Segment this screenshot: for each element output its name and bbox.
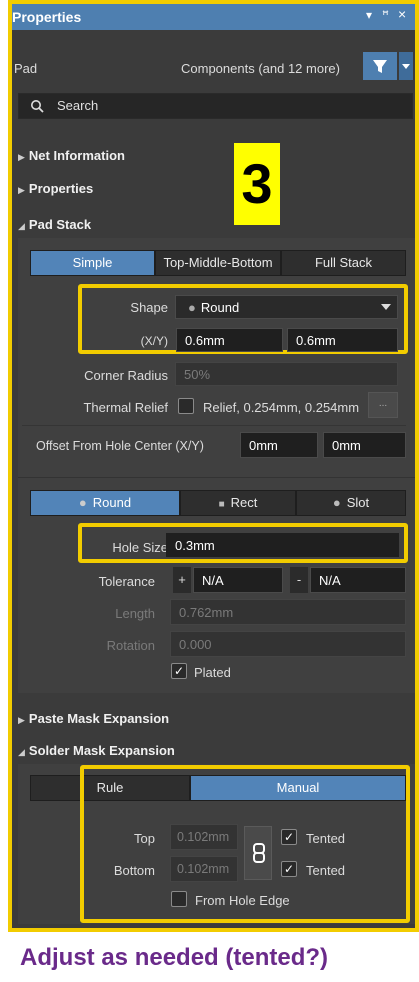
from-hole-edge-checkbox[interactable] xyxy=(171,891,187,907)
section-label: Pad Stack xyxy=(28,217,92,232)
top-tented-label: Tented xyxy=(306,831,346,846)
section-solder-mask-expansion[interactable]: ◢ Solder Mask Expansion xyxy=(18,743,175,758)
search-input[interactable]: Search xyxy=(18,93,413,119)
panel-title: Properties xyxy=(12,9,82,25)
section-label: Paste Mask Expansion xyxy=(28,711,170,726)
corner-radius-label: Corner Radius xyxy=(84,368,168,383)
length-input[interactable]: 0.762mm xyxy=(170,599,406,625)
round-dot-icon: ● xyxy=(188,300,196,315)
tab-full-stack[interactable]: Full Stack xyxy=(281,250,406,276)
section-label: Properties xyxy=(28,181,94,196)
rotation-label: Rotation xyxy=(106,638,155,653)
funnel-icon xyxy=(373,60,387,73)
divider xyxy=(18,477,415,478)
xy-label: (X/Y) xyxy=(140,334,168,348)
section-net-information[interactable]: ▶ Net Information xyxy=(18,148,125,163)
corner-radius-input[interactable]: 50% xyxy=(175,362,398,386)
hole-tab-round[interactable]: ● Round xyxy=(30,490,180,516)
slot-icon: ● xyxy=(332,495,341,510)
square-icon: ■ xyxy=(218,499,225,510)
tab-top-middle-bottom[interactable]: Top-Middle-Bottom xyxy=(155,250,281,276)
section-paste-mask-expansion[interactable]: ▶ Paste Mask Expansion xyxy=(18,711,169,726)
panel-titlebar: Properties ▾ ꟸ × xyxy=(12,4,415,30)
checkmark-icon: ✓ xyxy=(173,664,185,678)
tolerance-plus-input[interactable]: N/A xyxy=(193,567,283,593)
expanded-arrow-icon: ◢ xyxy=(18,747,25,757)
chevron-down-icon xyxy=(402,64,410,69)
bottom-tented-checkbox[interactable]: ✓ xyxy=(281,861,297,877)
from-hole-edge-label: From Hole Edge xyxy=(195,893,290,908)
expanded-arrow-icon: ◢ xyxy=(18,221,25,231)
chain-link-icon xyxy=(253,843,265,863)
bottom-label: Bottom xyxy=(113,863,155,878)
step-number-badge: 3 xyxy=(234,143,280,225)
top-tented-checkbox[interactable]: ✓ xyxy=(281,829,297,845)
tab-label: Round xyxy=(92,495,132,510)
chevron-down-icon xyxy=(381,304,391,310)
plated-checkbox[interactable]: ✓ xyxy=(171,663,187,679)
checkmark-icon: ✓ xyxy=(283,862,295,876)
shape-x-input[interactable]: 0.6mm xyxy=(176,328,283,352)
collapsed-arrow-icon: ▶ xyxy=(18,185,25,195)
shape-label: Shape xyxy=(130,300,168,315)
plated-label: Plated xyxy=(194,665,231,680)
hole-size-input[interactable]: 0.3mm xyxy=(166,533,399,557)
tolerance-plus-sign: + xyxy=(173,567,191,593)
link-values-button[interactable] xyxy=(244,826,272,880)
rotation-input[interactable]: 0.000 xyxy=(170,631,406,657)
filter-summary[interactable]: Components (and 12 more) xyxy=(181,61,340,76)
pin-icon[interactable]: ꟸ xyxy=(382,8,389,22)
offset-y-input[interactable]: 0mm xyxy=(323,432,406,458)
checkmark-icon: ✓ xyxy=(283,830,295,844)
divider xyxy=(22,425,406,426)
shape-value: Round xyxy=(200,300,240,315)
filter-button[interactable] xyxy=(363,52,397,80)
offset-label: Offset From Hole Center (X/Y) xyxy=(36,439,204,453)
offset-x-input[interactable]: 0mm xyxy=(240,432,318,458)
hole-tab-slot[interactable]: ● Slot xyxy=(296,490,406,516)
collapsed-arrow-icon: ▶ xyxy=(18,715,25,725)
round-dot-icon: ● xyxy=(78,495,87,510)
collapsed-arrow-icon: ▶ xyxy=(18,152,25,162)
thermal-relief-label: Thermal Relief xyxy=(83,400,168,415)
tab-label: Rect xyxy=(230,495,258,510)
hole-tab-rect[interactable]: ■ Rect xyxy=(180,490,296,516)
search-placeholder: Search xyxy=(57,98,99,113)
length-label: Length xyxy=(115,606,155,621)
shape-select[interactable]: ● Round xyxy=(175,295,398,319)
filter-dropdown-button[interactable] xyxy=(399,52,413,80)
top-expansion-input[interactable]: 0.102mm xyxy=(170,824,238,850)
annotation-caption: Adjust as needed (tented?) xyxy=(20,936,419,982)
bottom-tented-label: Tented xyxy=(306,863,346,878)
shape-y-input[interactable]: 0.6mm xyxy=(287,328,398,352)
bottom-expansion-input[interactable]: 0.102mm xyxy=(170,856,238,882)
tab-label: Slot xyxy=(346,495,370,510)
thermal-relief-more-button[interactable]: ... xyxy=(368,392,398,418)
section-label: Net Information xyxy=(28,148,125,163)
panel-menu-icon[interactable]: ▾ xyxy=(366,8,372,22)
thermal-relief-checkbox[interactable] xyxy=(178,398,194,414)
section-label: Solder Mask Expansion xyxy=(28,743,175,758)
close-icon[interactable]: × xyxy=(398,6,406,22)
search-icon xyxy=(31,100,44,113)
tab-simple[interactable]: Simple xyxy=(30,250,155,276)
object-type-label: Pad xyxy=(14,61,38,76)
section-pad-stack[interactable]: ◢ Pad Stack xyxy=(18,217,91,232)
tolerance-label: Tolerance xyxy=(98,574,155,589)
top-label: Top xyxy=(134,831,155,846)
tolerance-minus-input[interactable]: N/A xyxy=(310,567,406,593)
section-properties[interactable]: ▶ Properties xyxy=(18,181,93,196)
thermal-relief-value: Relief, 0.254mm, 0.254mm xyxy=(203,400,360,415)
tolerance-minus-sign: - xyxy=(290,567,308,593)
hole-size-label: Hole Size xyxy=(112,540,168,555)
